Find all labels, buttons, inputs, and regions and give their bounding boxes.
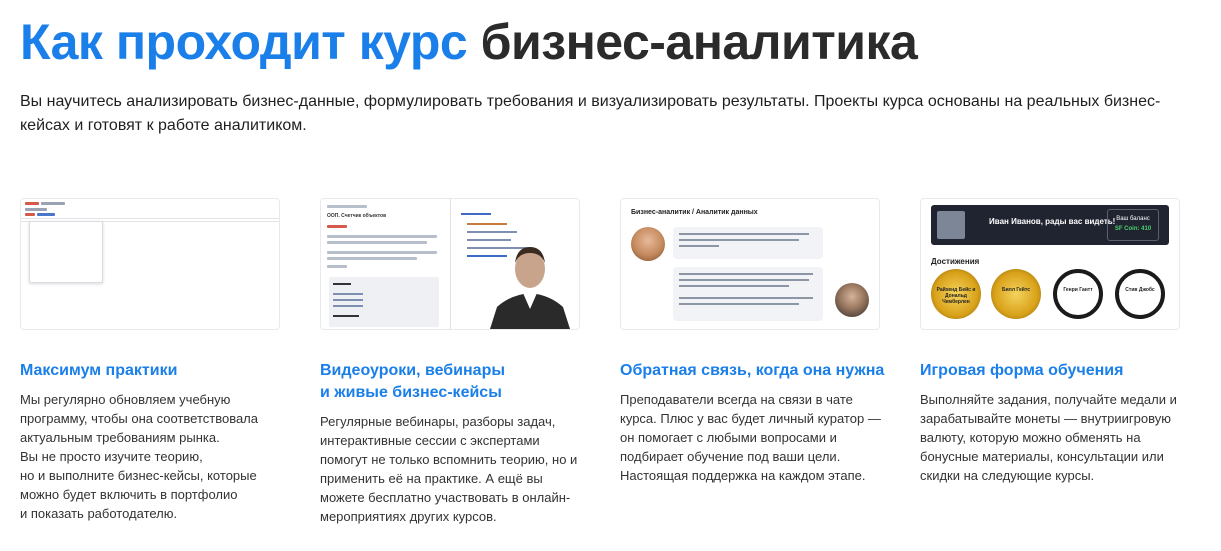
chat-illustration: Бизнес-аналитик / Аналитик данных [620, 198, 880, 330]
hero-description: Вы научитесь анализировать бизнес-данные… [20, 93, 1161, 134]
balance-label: Ваш баланс [1116, 216, 1150, 222]
editor-popup [29, 221, 103, 283]
feature-card-feedback: Бизнес-аналитик / Аналитик данных Обратн… [620, 198, 890, 485]
achievements-label: Достижения [931, 257, 980, 266]
feature-card-practice: Максимум практики Мы регулярно обновляем… [20, 198, 290, 523]
lesson-panel: OOП. Счетчик объектов [321, 199, 451, 329]
instructor-photo [490, 247, 570, 329]
lesson-title: OOП. Счетчик объектов [327, 213, 387, 219]
card-title: Видеоуроки, вебинары и живые бизнес-кейс… [320, 362, 506, 401]
card-text: Регулярные вебинары, разборы задач, инте… [320, 414, 578, 524]
code-editor-illustration [20, 198, 280, 330]
curator-avatar [835, 283, 869, 317]
page-title: Как проходит курс бизнес-аналитика [20, 12, 918, 72]
page-title-rest: бизнес-аналитика [480, 14, 918, 70]
balance-value: SF Coin: 410 [1114, 226, 1152, 232]
user-banner: Иван Иванов, рады вас видеть! Ваш баланс… [931, 205, 1169, 245]
card-text: Мы регулярно обновляем учебную программу… [20, 392, 258, 521]
medal-gold-2: Билл Гейтс [991, 269, 1041, 319]
card-title: Игровая форма обучения [920, 362, 1124, 379]
feature-card-game: Иван Иванов, рады вас видеть! Ваш баланс… [920, 198, 1190, 485]
greeting: Иван Иванов, рады вас видеть! [989, 217, 1116, 226]
feature-card-video: OOП. Счетчик объектов Видеоуроки, вебина… [320, 198, 590, 526]
chat-message [673, 227, 823, 259]
card-text: Выполняйте задания, получайте медали и з… [920, 392, 1177, 483]
chat-header: Бизнес-аналитик / Аналитик данных [631, 209, 758, 216]
card-title: Максимум практики [20, 362, 178, 379]
page-title-accent: Как проходит курс [20, 14, 468, 70]
video-lesson-illustration: OOП. Счетчик объектов [320, 198, 580, 330]
card-text: Преподаватели всегда на связи в чате кур… [620, 392, 881, 483]
card-title: Обратная связь, когда она нужна [620, 362, 885, 379]
gamification-illustration: Иван Иванов, рады вас видеть! Ваш баланс… [920, 198, 1180, 330]
medal-gold-1: Райхенд Бейс и Дональд Чемберлен [931, 269, 981, 319]
medal-locked-1: Генри Гантт [1053, 269, 1103, 319]
medal-locked-2: Стив Джобс [1115, 269, 1165, 319]
chat-reply [673, 267, 823, 321]
editor-toolbar [21, 199, 279, 219]
avatar [937, 211, 965, 239]
teacher-avatar [631, 227, 665, 261]
balance-box: Ваш баланс SF Coin: 410 [1107, 209, 1159, 241]
